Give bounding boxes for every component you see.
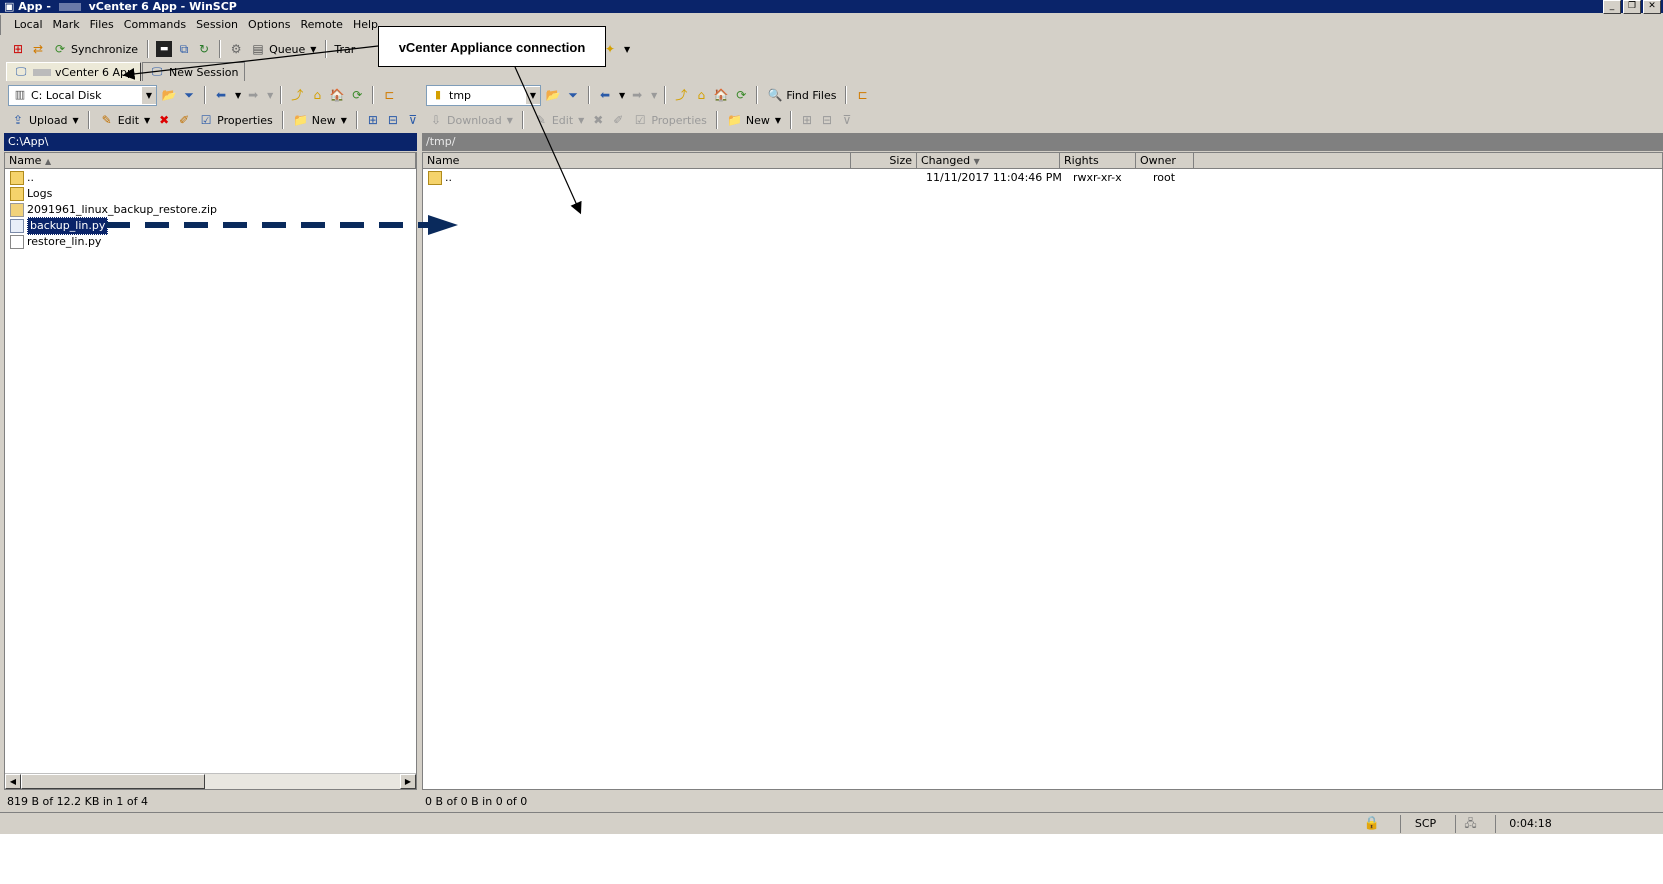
- annotation-callout: vCenter Appliance connection: [378, 26, 606, 67]
- callout-text: vCenter Appliance connection: [398, 40, 586, 55]
- annotation-overlay: [106, 45, 582, 235]
- callout-arrow-tab: [122, 45, 379, 80]
- transfer-arrow-head: [428, 215, 458, 235]
- callout-arrow-remote: [514, 66, 582, 215]
